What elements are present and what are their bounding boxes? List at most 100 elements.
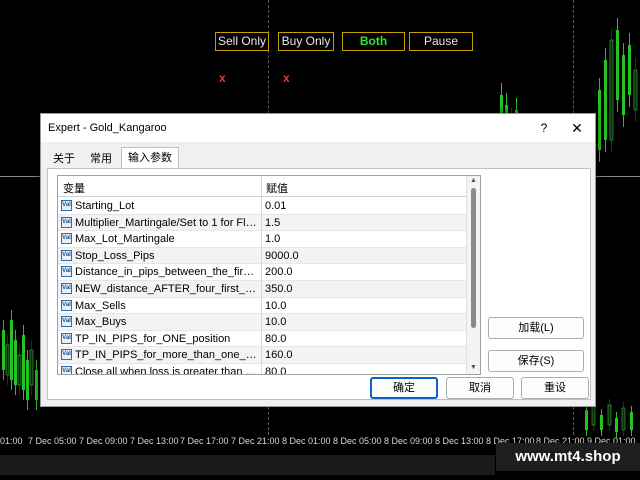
variable-icon: Val [61, 299, 72, 311]
table-row[interactable]: Val Max_Lot_Martingale 1.0 [58, 231, 466, 248]
column-header-variable[interactable]: 变量 [63, 180, 85, 196]
candle-body [598, 90, 601, 150]
table-scrollbar[interactable]: ▲ ▼ [466, 176, 480, 374]
table-row[interactable]: Val Max_Sells 10.0 [58, 298, 466, 315]
table-row[interactable]: ValDistance_in_pips_between_the_first_fo… [58, 264, 466, 281]
time-tick: 8 Dec 09:00 [384, 436, 433, 446]
variable-name: Close all when loss is greater than X ..… [75, 366, 259, 375]
variable-value[interactable]: 1.0 [265, 233, 280, 245]
time-tick: 8 Dec 13:00 [435, 436, 484, 446]
variable-icon: Val [61, 366, 72, 374]
cancel-button[interactable]: 取消 [446, 377, 514, 399]
variable-name: TP_IN_PIPS_for_ONE_position [75, 332, 231, 345]
dialog-titlebar[interactable]: Expert - Gold_Kangaroo ? ✕ [41, 114, 595, 142]
buy-only-button[interactable]: Buy Only [278, 32, 334, 51]
cross-marker: x [283, 71, 290, 85]
sell-only-button[interactable]: Sell Only [215, 32, 269, 51]
tab-inputs[interactable]: 输入参数 [121, 147, 179, 169]
variable-name: Distance_in_pips_between_the_first_fou..… [75, 266, 259, 279]
variable-value[interactable]: 350.0 [265, 283, 293, 295]
variable-name: TP_IN_PIPS_for_more_than_one_position [75, 349, 259, 362]
scroll-thumb[interactable] [471, 188, 476, 328]
column-header-value[interactable]: 赋值 [266, 180, 288, 196]
time-tick: 8 Dec 01:00 [282, 436, 331, 446]
brand-watermark: www.mt4.shop [496, 443, 640, 471]
both-button[interactable]: Both [342, 32, 405, 51]
candle-body [604, 60, 607, 140]
variable-icon: Val [61, 283, 72, 294]
table-row[interactable]: Val Stop_Loss_Pips 9000.0 [58, 247, 466, 265]
pause-button[interactable]: Pause [409, 32, 473, 51]
variable-value[interactable]: 10.0 [265, 316, 286, 328]
candle-body [633, 69, 638, 111]
inputs-panel: 变量 赋值 Val Starting_Lot 0.01 Val Multiplier_M… [47, 168, 591, 400]
variable-name: Stop_Loss_Pips [75, 249, 155, 262]
chart-scrollbar[interactable] [0, 455, 495, 475]
candle-body [29, 349, 34, 386]
column-separator [261, 176, 262, 374]
candle-body [26, 360, 29, 400]
dialog-title: Expert - Gold_Kangaroo [48, 122, 167, 134]
time-tick: 7 Dec 09:00 [79, 436, 128, 446]
variable-value[interactable]: 200.0 [265, 266, 293, 278]
variable-value[interactable]: 1.5 [265, 217, 280, 229]
candle-body [22, 335, 25, 390]
variable-value[interactable]: 0.01 [265, 200, 286, 212]
variable-name: Multiplier_Martingale/Set to 1 for Flat … [75, 216, 259, 229]
candle-body [607, 404, 612, 426]
variable-icon: Val [61, 200, 72, 211]
variable-name: Max_Sells [75, 299, 126, 312]
candle-body [10, 320, 13, 380]
candle-body [621, 407, 626, 431]
load-button[interactable]: 加载(L) [488, 317, 584, 339]
expert-properties-dialog: Expert - Gold_Kangaroo ? ✕ 关于 常用 输入参数 变量… [40, 113, 596, 407]
candle-body [5, 344, 10, 376]
variable-value[interactable]: 80.0 [265, 333, 286, 345]
reset-button[interactable]: 重设 [521, 377, 589, 399]
variable-name: Max_Buys [75, 316, 127, 329]
variable-icon: Val [61, 216, 72, 228]
ok-button[interactable]: 确定 [370, 377, 438, 399]
table-row[interactable]: Val NEW_distance_AFTER_four_first_trades 3… [58, 281, 466, 298]
variable-value[interactable]: 160.0 [265, 349, 293, 361]
scroll-up-icon[interactable]: ▲ [470, 177, 477, 184]
table-row[interactable]: Val Multiplier_Martingale/Set to 1 for Fl… [58, 214, 466, 232]
candle-body [630, 412, 633, 430]
help-button[interactable]: ? [535, 118, 553, 138]
variable-icon: Val [61, 249, 72, 261]
variable-icon: Val [61, 266, 72, 278]
table-row[interactable]: Val TP_IN_PIPS_for_ONE_position 80.0 [58, 331, 466, 348]
candle-body [14, 340, 17, 385]
time-tick: 7 Dec 17:00 [180, 436, 229, 446]
scroll-down-icon[interactable]: ▼ [470, 364, 477, 371]
table-header: 变量 赋值 [58, 176, 466, 197]
variable-value[interactable]: 10.0 [265, 300, 286, 312]
variable-icon: Val [61, 316, 72, 328]
variable-value[interactable]: 9000.0 [265, 250, 299, 262]
variable-value[interactable]: 80.0 [265, 366, 286, 374]
save-button[interactable]: 保存(S) [488, 350, 584, 372]
variable-name: Max_Lot_Martingale [75, 233, 175, 246]
candle-body [622, 55, 625, 115]
time-tick: 7 Dec 13:00 [130, 436, 179, 446]
candle-body [615, 418, 618, 432]
cross-marker: x [219, 71, 226, 85]
close-button[interactable]: ✕ [567, 118, 587, 138]
table-row[interactable]: Val Starting_Lot 0.01 [58, 198, 466, 215]
tab-about[interactable]: 关于 [47, 150, 81, 169]
variable-name: Starting_Lot [75, 200, 135, 212]
variable-icon: Val [61, 233, 72, 245]
inputs-table: 变量 赋值 Val Starting_Lot 0.01 Val Multiplier_M… [57, 175, 481, 375]
time-tick: 01:00 [0, 436, 23, 446]
table-row[interactable]: Val Max_Buys 10.0 [58, 314, 466, 331]
variable-icon: Val [61, 332, 72, 344]
table-row[interactable]: ValTP_IN_PIPS_for_more_than_one_position… [58, 347, 466, 364]
candle-body [35, 370, 38, 400]
candle-body [628, 45, 631, 95]
variable-name: NEW_distance_AFTER_four_first_trades [75, 283, 259, 295]
candle-body [600, 415, 603, 430]
table-row[interactable]: Val Close all when loss is greater than X… [58, 364, 466, 375]
tab-common[interactable]: 常用 [84, 150, 118, 169]
variable-icon: Val [61, 349, 72, 361]
time-tick: 7 Dec 21:00 [231, 436, 280, 446]
